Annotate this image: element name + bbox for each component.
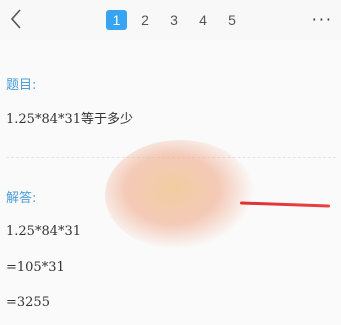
- blurred-overlay: [105, 140, 255, 250]
- top-bar: 1 2 3 4 5 ···: [0, 0, 341, 40]
- page-1-button[interactable]: 1: [106, 10, 127, 30]
- answer-step-2: =105*31: [6, 260, 65, 275]
- page-4-button[interactable]: 4: [192, 10, 214, 30]
- answer-step-1: 1.25*84*31: [6, 224, 82, 239]
- answer-label: 解答:: [6, 191, 37, 206]
- page-selector: 1 2 3 4 5: [106, 9, 250, 31]
- page-2-button[interactable]: 2: [134, 10, 156, 30]
- page-5-button[interactable]: 5: [221, 10, 243, 30]
- more-dots-icon[interactable]: ···: [312, 10, 333, 29]
- question-text: 1.25*84*31等于多少: [6, 112, 134, 127]
- answer-step-3: =3255: [6, 295, 50, 310]
- chevron-left-icon[interactable]: [6, 7, 28, 31]
- page-3-button[interactable]: 3: [163, 10, 185, 30]
- question-label: 题目:: [6, 78, 37, 93]
